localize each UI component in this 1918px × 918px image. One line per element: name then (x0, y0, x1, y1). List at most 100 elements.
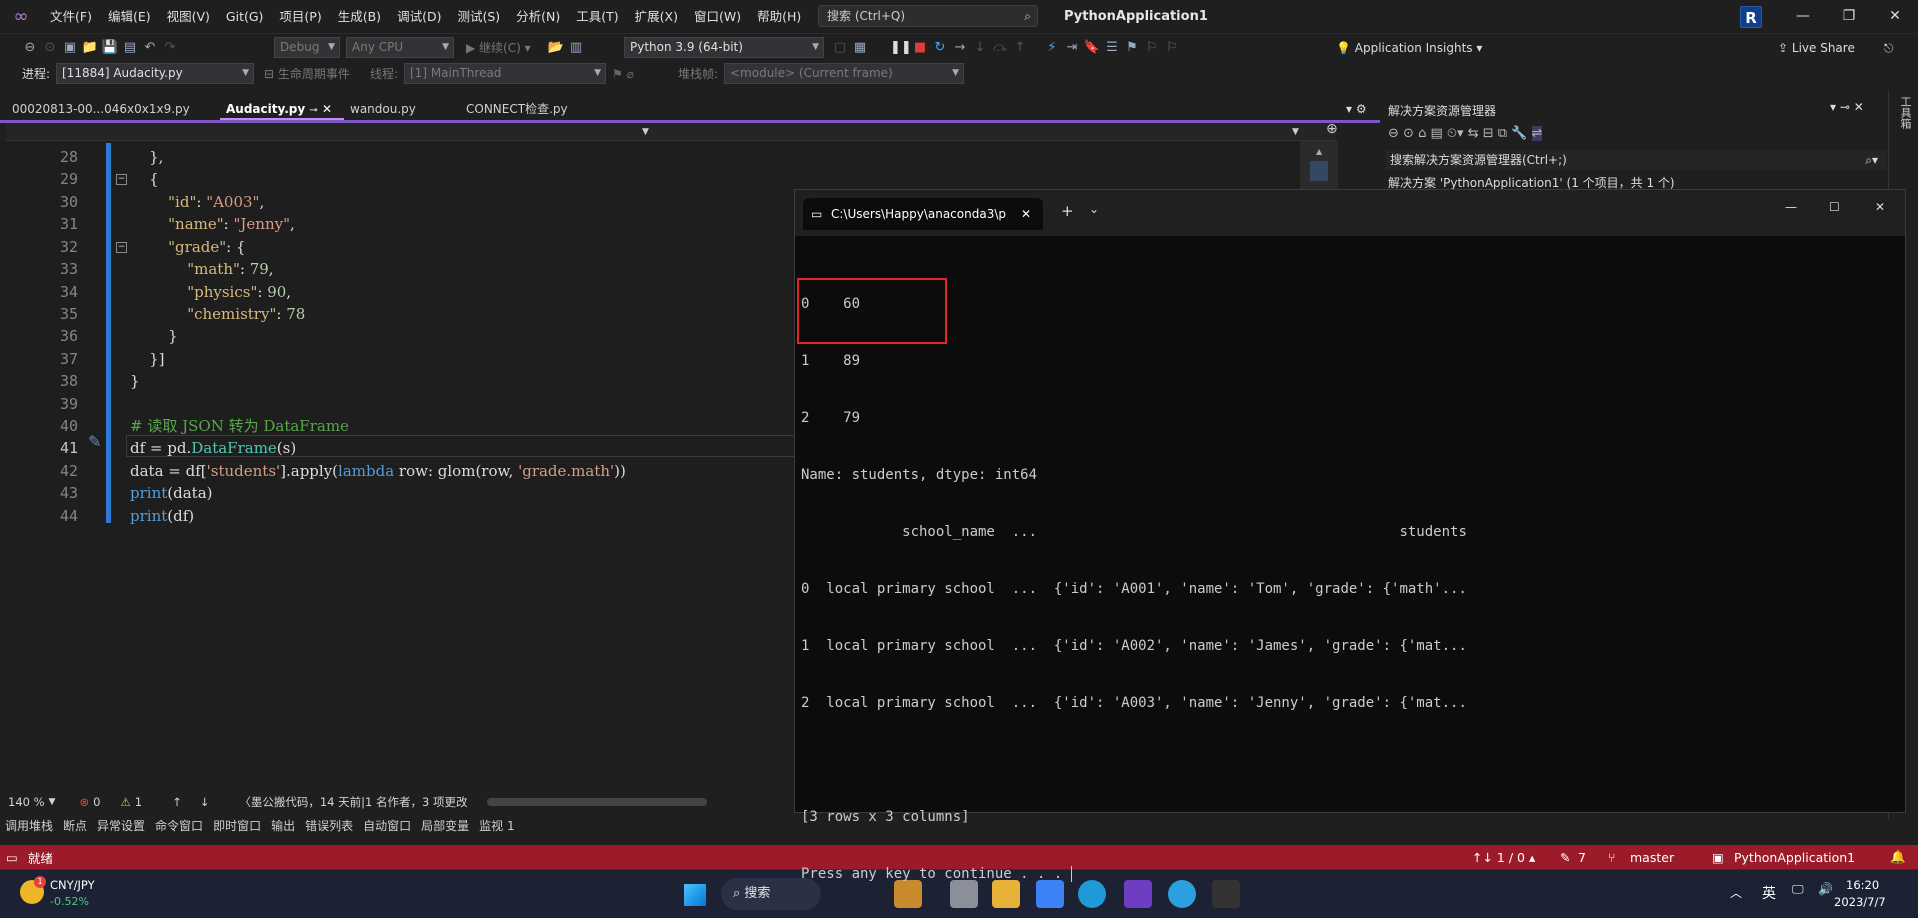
bookmark-toggle-icon[interactable]: ⚑ (1122, 34, 1142, 62)
error-count[interactable]: 0 (93, 795, 100, 809)
tab-output[interactable]: 输出 (266, 815, 300, 837)
thread-select[interactable]: [1] MainThread ▼ (404, 63, 606, 84)
tab-command-window[interactable]: 命令窗口 (150, 815, 208, 837)
application-insights-button[interactable]: 💡 Application Insights ▾ (1336, 35, 1482, 61)
minimize-icon[interactable]: — (1785, 200, 1797, 214)
open-icon[interactable]: 📁 (80, 34, 100, 62)
pin-icon[interactable]: ⊸ (309, 105, 317, 116)
tray-chevron-icon[interactable]: ︿ (1730, 884, 1742, 901)
new-project-icon[interactable]: ▣ (60, 34, 80, 62)
menu-help[interactable]: 帮助(H) (749, 0, 809, 33)
menu-file[interactable]: 文件(F) (42, 0, 100, 33)
restore-icon[interactable]: ❐ (1826, 0, 1872, 33)
clock-time[interactable]: 16:20 (1846, 878, 1879, 892)
fold-toggle-icon[interactable]: − (116, 174, 127, 185)
feedback-icon[interactable]: ⎋ (1884, 35, 1894, 61)
currency-label[interactable]: CNY/JPY (50, 878, 95, 892)
panel-options-icon[interactable]: ▾ ⊸ ✕ (1830, 100, 1864, 114)
preview-icon[interactable]: ⇌ (1531, 126, 1543, 141)
tab-dropdown-icon[interactable]: ⌄ (1089, 202, 1099, 216)
show-next-statement-icon[interactable]: → (950, 34, 970, 62)
bookmark-next-icon[interactable]: ⚐ (1162, 34, 1182, 62)
chevron-down-icon[interactable]: ▼ (49, 797, 56, 807)
minimize-icon[interactable]: — (1780, 0, 1826, 33)
bookmark-icon[interactable]: 🔖 (1082, 34, 1102, 62)
menu-debug[interactable]: 调试(D) (389, 0, 449, 33)
tab-call-stack[interactable]: 调用堆栈 (0, 815, 58, 837)
home-icon[interactable]: ⌂ (1418, 126, 1426, 141)
new-tab-icon[interactable]: + (1061, 202, 1074, 220)
window-layout-icon[interactable]: ▦ (850, 34, 870, 62)
menu-view[interactable]: 视图(V) (159, 0, 218, 33)
platform-select[interactable]: Any CPU ▼ (346, 37, 454, 58)
tab-watch-1[interactable]: 监视 1 (474, 815, 519, 837)
stop-icon[interactable]: ■ (910, 34, 930, 62)
zoom-level[interactable]: 140 % (8, 795, 45, 809)
scroll-thumb[interactable] (1310, 161, 1328, 181)
tab-error-list[interactable]: 错误列表 (300, 815, 358, 837)
toolbox-side-tab[interactable]: 工具箱 (1897, 96, 1913, 129)
indent-icon[interactable]: ⇥ (1062, 34, 1082, 62)
step-over-icon[interactable]: ⤼ (990, 34, 1010, 62)
start-icon[interactable] (684, 884, 706, 906)
pending-changes-icon[interactable]: ⏲▾ ⇆ (1447, 126, 1479, 141)
layout-icon[interactable]: ▥ (566, 34, 586, 62)
scroll-up-icon[interactable]: ▲ (1316, 147, 1322, 156)
properties-icon[interactable]: 🔧 (1511, 126, 1527, 141)
network-icon[interactable]: 🖵 (1792, 882, 1804, 897)
tab-exception-settings[interactable]: 异常设置 (92, 815, 150, 837)
attach-icon[interactable]: 📂 (546, 34, 566, 62)
close-tab-icon[interactable]: ✕ (1021, 198, 1031, 230)
menu-tools[interactable]: 工具(T) (568, 0, 626, 33)
back-icon[interactable]: ⊖ (20, 34, 40, 62)
close-tab-icon[interactable]: ✕ (322, 102, 332, 116)
pause-icon[interactable]: ❚❚ (890, 34, 912, 62)
split-editor-icon[interactable]: ⊕ (1326, 121, 1338, 137)
flag-icon[interactable]: ⚑ ⌀ (612, 61, 634, 87)
tab-locals[interactable]: 局部变量 (416, 815, 474, 837)
maximize-icon[interactable]: ☐ (1829, 200, 1840, 214)
lock-icon[interactable]: ▢ (830, 34, 850, 62)
step-into-icon[interactable]: ↓ (970, 34, 990, 62)
tab-audacity[interactable]: Audacity.py ⊸ ✕ (220, 98, 344, 120)
tab-00020813[interactable]: 00020813-00...046x0x1x9.py (6, 98, 196, 120)
console-tab[interactable]: ▭ C:\Users\Happy\anaconda3\p ✕ (803, 198, 1043, 230)
menu-project[interactable]: 项目(P) (271, 0, 329, 33)
step-out-icon[interactable]: ↑ (1010, 34, 1030, 62)
forward-icon[interactable]: ⊙ (40, 34, 60, 62)
save-all-icon[interactable]: ▤ (120, 34, 140, 62)
git-blame-info[interactable]: 〈墨公搬代码，14 天前|1 名作者，3 项更改 (239, 794, 467, 810)
menu-test[interactable]: 测试(S) (449, 0, 508, 33)
close-icon[interactable]: ✕ (1875, 200, 1885, 214)
hot-reload-icon[interactable]: ⚡ (1042, 34, 1062, 62)
pending-changes-count[interactable]: 7 (1578, 850, 1586, 865)
console-window[interactable]: ▭ C:\Users\Happy\anaconda3\p ✕ + ⌄ — ☐ ✕… (794, 189, 1906, 882)
volume-icon[interactable]: 🔊 (1818, 882, 1833, 896)
tab-autos[interactable]: 自动窗口 (358, 815, 416, 837)
member-dropdown[interactable]: ▼ (1292, 123, 1299, 141)
menu-build[interactable]: 生成(B) (330, 0, 389, 33)
restart-icon[interactable]: ↻ (930, 34, 950, 62)
clock-date[interactable]: 2023/7/7 (1834, 895, 1886, 909)
tab-overflow-icon[interactable]: ▾ ⚙ (1340, 98, 1373, 120)
notifications-icon[interactable]: 🔔 (1890, 849, 1906, 865)
lifecycle-events-button[interactable]: ⊟ 生命周期事件 (264, 61, 350, 87)
comment-icon[interactable]: ☰ (1102, 34, 1122, 62)
live-share-button[interactable]: ⇪ Live Share (1778, 35, 1855, 61)
previous-issue-icon[interactable]: ↑ (172, 795, 182, 809)
menu-analyze[interactable]: 分析(N) (508, 0, 568, 33)
tab-connect[interactable]: CONNECT检查.py (460, 98, 574, 120)
menu-git[interactable]: Git(G) (218, 0, 272, 33)
process-select[interactable]: [11884] Audacity.py ▼ (56, 63, 254, 84)
next-issue-icon[interactable]: ↓ (200, 795, 210, 809)
menu-edit[interactable]: 编辑(E) (100, 0, 159, 33)
warning-count[interactable]: 1 (135, 795, 142, 809)
collapse-all-icon[interactable]: ⊟ ⧉ (1483, 126, 1507, 141)
redo-icon[interactable]: ↷ (160, 34, 180, 62)
close-icon[interactable]: ✕ (1872, 0, 1918, 33)
scope-dropdown[interactable]: ▼ (642, 123, 649, 141)
branch-name[interactable]: master (1630, 850, 1674, 865)
tab-wandou[interactable]: wandou.py (344, 98, 422, 120)
back-icon[interactable]: ⊖ ⊙ (1388, 126, 1414, 141)
horizontal-scrollbar[interactable] (487, 798, 708, 806)
